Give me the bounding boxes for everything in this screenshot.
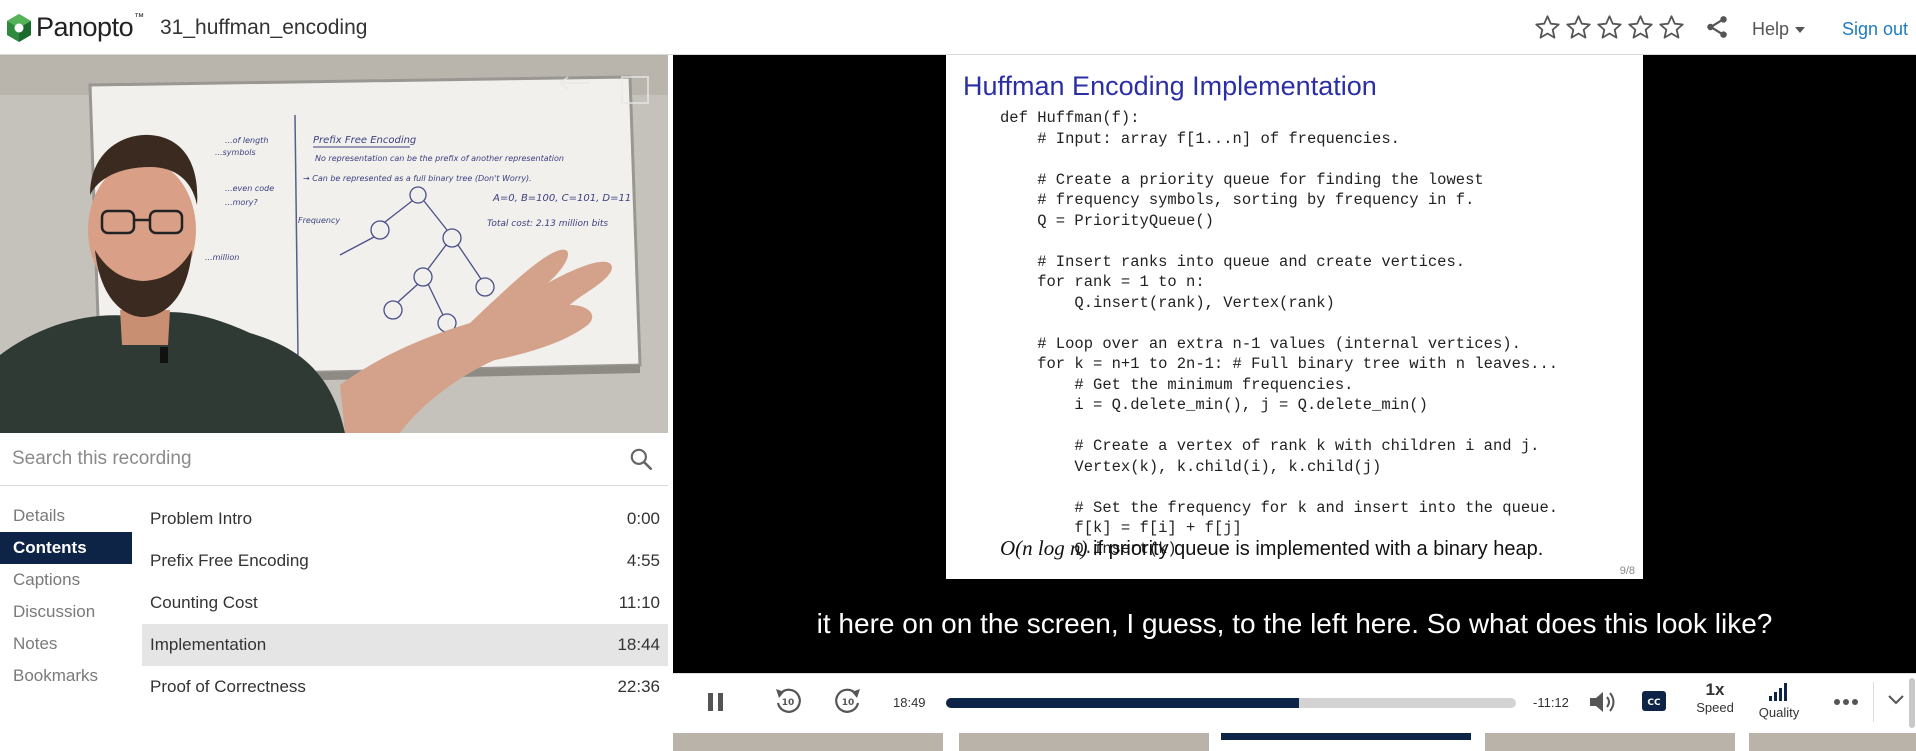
elapsed-time: 18:49	[893, 695, 926, 710]
tab-details[interactable]: Details	[0, 500, 132, 532]
list-item-title: Prefix Free Encoding	[150, 551, 309, 570]
help-menu[interactable]: Help	[1752, 19, 1806, 40]
complexity-math: O(n log n)	[1000, 536, 1088, 560]
slide-complexity-note: O(n log n) if priority queue is implemen…	[1000, 536, 1543, 561]
tab-notes[interactable]: Notes	[0, 628, 132, 660]
wb-line1: No representation can be the prefix of a…	[315, 154, 564, 163]
tab-contents[interactable]: Contents	[0, 532, 132, 564]
signal-bars-icon	[1769, 683, 1787, 701]
thumbnail[interactable]	[1485, 733, 1735, 751]
list-item[interactable]: Problem Intro 0:00	[142, 498, 668, 540]
list-item-title: Problem Intro	[150, 509, 253, 528]
controls-divider	[1873, 682, 1874, 722]
remaining-time: -11:12	[1533, 695, 1569, 710]
wb-total: Total cost: 2.13 million bits	[487, 219, 608, 229]
list-item-time: 18:44	[617, 635, 660, 654]
star-icon[interactable]	[1596, 14, 1623, 41]
wb-freq: Frequency	[298, 216, 340, 225]
thumbnail[interactable]	[1749, 733, 1916, 751]
more-options-icon[interactable]	[1833, 698, 1859, 706]
list-item[interactable]: Counting Cost 11:10	[142, 582, 668, 624]
search-icon[interactable]	[628, 446, 654, 472]
thumbnail-current[interactable]	[1221, 733, 1471, 751]
caption-text: it here on on the screen, I guess, to th…	[816, 608, 1773, 639]
forward-10-icon[interactable]: 10	[833, 686, 863, 716]
brand-name: Panopto™	[36, 12, 144, 42]
closed-captions-icon[interactable]: CC	[1641, 690, 1667, 712]
list-item[interactable]: Prefix Free Encoding 4:55	[142, 540, 668, 582]
thumbnail[interactable]	[959, 733, 1209, 751]
list-item-time: 0:00	[626, 509, 660, 528]
speed-label: Speed	[1696, 700, 1734, 715]
chevron-down-icon[interactable]	[1887, 694, 1905, 706]
player-controls: 10 10 18:49 -11:12 CC 1x Speed Quality	[673, 673, 1916, 730]
scrollbar-handle[interactable]	[1909, 678, 1915, 728]
star-icon[interactable]	[1658, 14, 1685, 41]
complexity-text: if priority queue is implemented with a …	[1087, 538, 1544, 560]
thumbnail-strip	[673, 733, 1916, 751]
contents-list: Problem Intro 0:00 Prefix Free Encoding …	[142, 498, 668, 708]
list-item-selected[interactable]: Implementation 18:44	[142, 624, 668, 666]
wb-heading: Prefix Free Encoding	[313, 135, 416, 146]
recording-title: 31_huffman_encoding	[160, 16, 368, 39]
side-tabs: Details Contents Captions Discussion Not…	[0, 500, 132, 692]
sign-out-link[interactable]: Sign out	[1842, 19, 1908, 40]
search-input[interactable]	[10, 442, 614, 476]
list-item-time: 4:55	[626, 551, 660, 570]
thumbnail[interactable]	[673, 733, 943, 751]
progress-fill	[946, 698, 1300, 708]
wb-left-frag1: ...of length	[225, 136, 268, 145]
rewind-10-label: 10	[782, 698, 795, 708]
wb-left-frag5: ...million	[205, 253, 239, 262]
wb-left-frag3: ...even code	[225, 184, 274, 193]
search-bar	[0, 433, 668, 486]
forward-10-label: 10	[842, 698, 855, 708]
star-icon[interactable]	[1534, 14, 1561, 41]
slide-page-number: 9/8	[1619, 565, 1635, 577]
list-item[interactable]: Proof of Correctness 22:36	[142, 666, 668, 708]
top-bar: Panopto™ 31_huffman_encoding Help Sign o…	[0, 0, 1916, 55]
list-item-title: Implementation	[150, 635, 267, 654]
webcam-video[interactable]: Prefix Free Encoding No representation c…	[0, 55, 668, 433]
list-item-title: Counting Cost	[150, 593, 258, 612]
main-video-player[interactable]: Huffman Encoding Implementation def Huff…	[673, 55, 1916, 673]
quality-label: Quality	[1758, 705, 1800, 720]
wb-codes: A=0, B=100, C=101, D=11	[492, 193, 631, 204]
share-icon[interactable]	[1704, 14, 1730, 40]
presentation-slide: Huffman Encoding Implementation def Huff…	[946, 55, 1643, 579]
star-icon[interactable]	[1565, 14, 1592, 41]
quality-control[interactable]: Quality	[1749, 682, 1809, 720]
help-label: Help	[1752, 19, 1790, 39]
progress-bar[interactable]	[946, 698, 1516, 708]
list-item-title: Proof of Correctness	[150, 677, 306, 696]
speed-control[interactable]: 1x Speed	[1691, 680, 1739, 715]
list-item-time: 22:36	[617, 677, 660, 696]
panopto-logo-icon	[7, 13, 31, 42]
cc-label: CC	[1647, 698, 1661, 708]
panopto-logo[interactable]: Panopto™	[6, 12, 144, 43]
list-item-time: 11:10	[618, 593, 660, 612]
tab-discussion[interactable]: Discussion	[0, 596, 132, 628]
wb-left-frag2: ...symbols	[215, 148, 256, 157]
wb-line2: → Can be represented as a full binary tr…	[303, 174, 532, 183]
caret-down-icon	[1795, 26, 1806, 33]
rewind-10-icon[interactable]: 10	[773, 686, 803, 716]
pause-icon[interactable]	[705, 691, 727, 713]
volume-icon[interactable]	[1588, 688, 1618, 716]
webcam-frame: Prefix Free Encoding No representation c…	[0, 55, 668, 433]
tab-bookmarks[interactable]: Bookmarks	[0, 660, 132, 692]
star-icon[interactable]	[1627, 14, 1654, 41]
rating-stars[interactable]	[1534, 14, 1685, 41]
slide-code: def Huffman(f): # Input: array f[1...n] …	[1000, 109, 1559, 558]
speed-value: 1x	[1705, 680, 1725, 699]
slide-title: Huffman Encoding Implementation	[963, 71, 1377, 101]
tab-captions[interactable]: Captions	[0, 564, 132, 596]
wb-left-frag4: ...mory?	[225, 198, 258, 207]
